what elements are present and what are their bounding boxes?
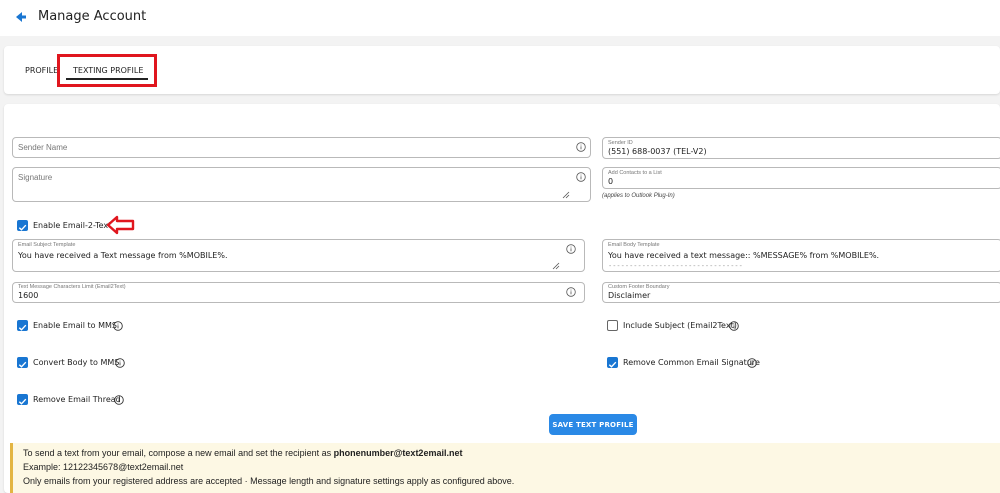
char-limit-label: Text Message Characters Limit (Email2Tex…	[18, 284, 126, 290]
resize-handle-icon[interactable]	[552, 262, 560, 270]
footer-boundary-label: Custom Footer Boundary	[608, 284, 670, 290]
info-icon[interactable]	[115, 358, 125, 368]
info-icon[interactable]	[113, 321, 123, 331]
highlight-box-annotation	[57, 54, 157, 87]
remove-signature-checkbox[interactable]	[607, 357, 618, 368]
email-subject-template-label: Email Subject Template	[18, 242, 76, 248]
save-text-profile-button[interactable]: SAVE TEXT PROFILE	[549, 414, 637, 435]
info-icon[interactable]	[576, 142, 586, 152]
char-limit-value: 1600	[18, 291, 39, 300]
tab-profile[interactable]: PROFILE	[25, 66, 58, 75]
enable-email2text-label: Enable Email-2-Text	[33, 221, 112, 230]
info-icon[interactable]	[729, 321, 739, 331]
checkmark-icon	[18, 398, 27, 405]
notice-line-3: Only emails from your registered address…	[23, 476, 515, 486]
info-icon[interactable]	[114, 395, 124, 405]
checkmark-icon	[18, 224, 27, 231]
footer-boundary-value: Disclaimer	[608, 291, 651, 300]
notice-line-1: To send a text from your email, compose …	[23, 448, 462, 458]
email-body-template-value: You have received a text message:: %MESS…	[608, 251, 880, 260]
remove-thread-label: Remove Email Thread	[33, 395, 121, 404]
include-subject-checkbox[interactable]	[607, 320, 618, 331]
add-contacts-value: 0	[608, 177, 614, 186]
add-contacts-label: Add Contacts to a List	[608, 170, 662, 176]
info-icon[interactable]	[747, 358, 757, 368]
sender-id-value: (551) 688-0037 (TEL-V2)	[608, 147, 707, 156]
email-subject-template-value: You have received a Text message from %M…	[18, 251, 228, 260]
recipient-format: phonenumber@text2email.net	[333, 448, 463, 458]
signature-field[interactable]	[12, 167, 591, 202]
sender-name-placeholder: Sender Name	[18, 143, 68, 152]
include-subject-label: Include Subject (Email2Text)	[623, 321, 737, 330]
pointer-arrow-annotation-icon	[106, 215, 135, 235]
info-icon[interactable]	[566, 244, 576, 254]
resize-handle-icon[interactable]	[562, 191, 570, 199]
checkmark-icon	[18, 361, 27, 368]
notice-line-1-text: To send a text from your email, compose …	[23, 448, 334, 458]
convert-body-mms-checkbox[interactable]	[17, 357, 28, 368]
enable-email2text-checkbox[interactable]	[17, 220, 28, 231]
sender-id-label: Sender ID	[608, 140, 633, 146]
convert-body-mms-label: Convert Body to MMS	[33, 358, 120, 367]
page-title: Manage Account	[38, 9, 147, 24]
sender-name-field[interactable]	[12, 137, 591, 158]
back-arrow-icon[interactable]	[12, 9, 28, 25]
remove-signature-label: Remove Common Email Signature	[623, 358, 760, 367]
enable-email-mms-checkbox[interactable]	[17, 320, 28, 331]
checkmark-icon	[608, 361, 617, 368]
enable-email-mms-label: Enable Email to MMS	[33, 321, 117, 330]
signature-placeholder: Signature	[18, 173, 53, 182]
notice-line-2: Example: 12122345678@text2email.net	[23, 462, 184, 472]
info-icon[interactable]	[566, 287, 576, 297]
add-contacts-helper: (applies to Outlook Plug-In)	[602, 193, 675, 199]
remove-thread-checkbox[interactable]	[17, 394, 28, 405]
checkmark-icon	[18, 324, 27, 331]
info-icon[interactable]	[576, 172, 586, 182]
app-header	[0, 0, 1000, 36]
email-body-template-label: Email Body Template	[608, 242, 660, 248]
email-body-divider: --------------------------------	[608, 262, 743, 270]
